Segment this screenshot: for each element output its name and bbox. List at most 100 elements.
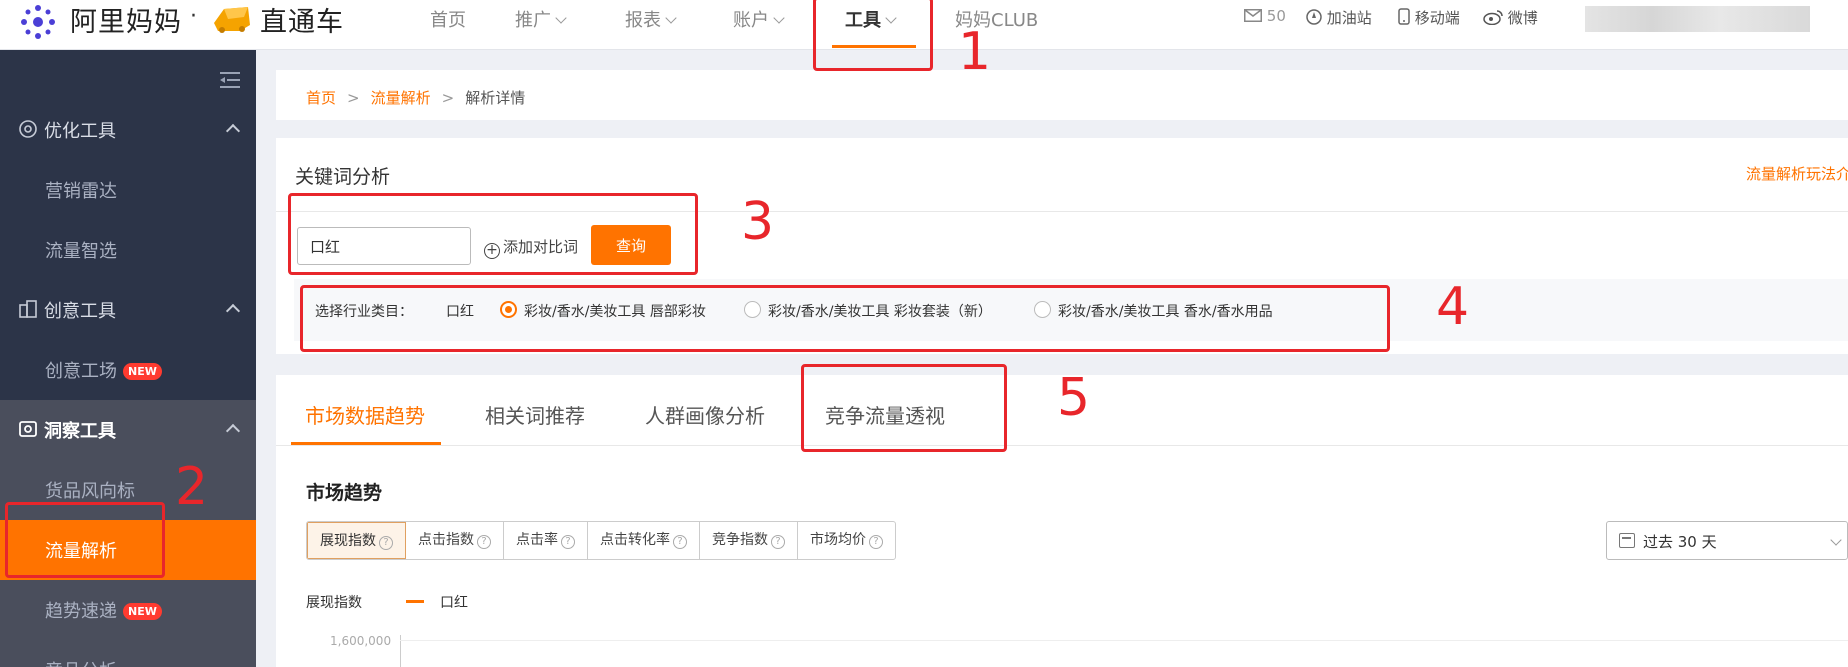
metric-competition-index[interactable]: 竞争指数?: [700, 522, 798, 559]
nav-reports[interactable]: 报表: [625, 6, 677, 32]
date-range-label: 过去 30 天: [1643, 533, 1717, 551]
message-count: 50: [1266, 7, 1286, 25]
sidebar-item-competitor-analysis[interactable]: 竞品分析: [0, 640, 256, 667]
chevron-up-icon: [225, 123, 241, 139]
sidebar-item-traffic-select[interactable]: 流量智选: [0, 220, 256, 280]
chevron-down-icon: [555, 12, 567, 24]
breadcrumb: 首页 > 流量解析 > 解析详情: [306, 87, 525, 108]
sidebar-item-label: 货品风向标: [45, 481, 135, 502]
help-icon[interactable]: ?: [477, 535, 491, 549]
weibo-link[interactable]: 微博: [1483, 7, 1538, 28]
metric-label: 点击指数: [418, 532, 474, 548]
annotation-number-4: 4: [1436, 277, 1470, 337]
chevron-up-icon: [225, 423, 241, 439]
brand-dot: ·: [190, 4, 197, 29]
compass-icon: [1306, 9, 1322, 25]
divider: [276, 445, 1848, 446]
nav-home[interactable]: 首页: [430, 6, 466, 32]
mobile-label: 移动端: [1414, 9, 1460, 27]
help-icon[interactable]: ?: [869, 535, 883, 549]
gas-station-link[interactable]: 加油站: [1306, 7, 1372, 28]
breadcrumb-current: 解析详情: [465, 89, 526, 107]
help-icon[interactable]: ?: [379, 536, 393, 550]
metric-label: 市场均价: [810, 532, 866, 548]
annotation-box-1: [813, 0, 933, 71]
sidebar-item-label: 营销雷达: [45, 181, 117, 202]
metric-ctr[interactable]: 点击率?: [504, 522, 588, 559]
car-logo-icon: [214, 7, 250, 33]
sidebar-item-label: 趋势速递: [45, 601, 117, 622]
help-link[interactable]: 流量解析玩法介: [1746, 163, 1848, 184]
metric-cvr[interactable]: 点击转化率?: [588, 522, 700, 559]
metric-avg-price[interactable]: 市场均价?: [798, 522, 895, 559]
sidebar-item-label: 流量智选: [45, 241, 117, 262]
metric-label: 竞争指数: [712, 532, 768, 548]
gas-station-label: 加油站: [1326, 9, 1372, 27]
mobile-icon: [1398, 8, 1410, 25]
messages-link[interactable]: 50: [1244, 7, 1286, 25]
annotation-box-5: [801, 364, 1007, 452]
alimama-logo-icon: [21, 5, 55, 39]
metric-tabs: 展现指数? 点击指数? 点击率? 点击转化率? 竞争指数? 市场均价?: [306, 521, 896, 560]
weibo-label: 微博: [1507, 9, 1538, 27]
metric-click-index[interactable]: 点击指数?: [406, 522, 504, 559]
help-icon[interactable]: ?: [561, 535, 575, 549]
sidebar-group-creative[interactable]: 创意工具: [0, 280, 256, 340]
breadcrumb-separator: >: [347, 89, 360, 107]
calendar-icon: [1619, 533, 1635, 548]
user-account-blurred[interactable]: [1585, 6, 1810, 32]
nav-account[interactable]: 账户: [733, 6, 785, 32]
sidebar-group-label: 优化工具: [44, 121, 116, 142]
sidebar-item-creative-factory[interactable]: 创意工场 NEW: [0, 340, 256, 400]
help-icon[interactable]: ?: [673, 535, 687, 549]
new-badge: NEW: [123, 363, 162, 380]
annotation-number-2: 2: [175, 457, 209, 517]
annotation-box-3: [288, 193, 698, 275]
sidebar-group-optimize[interactable]: 优化工具: [0, 100, 256, 160]
new-badge: NEW: [123, 603, 162, 620]
mobile-link[interactable]: 移动端: [1398, 7, 1460, 28]
tab-market-trend[interactable]: 市场数据趋势: [305, 400, 425, 429]
sidebar-item-label: 创意工场: [45, 361, 117, 382]
binoculars-icon: [19, 421, 37, 437]
breadcrumb-home[interactable]: 首页: [306, 89, 336, 107]
sidebar-group-insight[interactable]: 洞察工具: [0, 400, 256, 460]
chart-y-label: 展现指数: [306, 595, 362, 611]
y-tick-label: 1,600,000: [330, 634, 392, 648]
annotation-number-1: 1: [958, 22, 992, 82]
mail-icon: [1244, 9, 1262, 22]
brand-alimama[interactable]: 阿里妈妈: [70, 0, 182, 39]
annotation-box-4: [300, 285, 1390, 352]
metric-label: 展现指数: [320, 533, 376, 549]
collapse-menu-icon[interactable]: [218, 70, 242, 90]
sidebar-item-marketing-radar[interactable]: 营销雷达: [0, 160, 256, 220]
metric-label: 点击转化率: [600, 532, 670, 548]
chevron-down-icon: [665, 12, 677, 24]
legend-swatch: [406, 600, 424, 603]
market-trend-title: 市场趋势: [306, 482, 383, 504]
date-range-select[interactable]: 过去 30 天: [1606, 521, 1848, 560]
annotation-number-5: 5: [1057, 368, 1091, 428]
breadcrumb-separator: >: [441, 89, 455, 107]
dial-icon: [19, 120, 37, 138]
building-icon: [19, 300, 37, 318]
sidebar-item-label: 竞品分析: [45, 657, 117, 667]
legend-series-name[interactable]: 口红: [440, 592, 468, 612]
chart-gridline: [400, 640, 1848, 641]
annotation-box-2: [5, 502, 165, 578]
chevron-up-icon: [225, 303, 241, 319]
help-icon[interactable]: ?: [771, 535, 785, 549]
sidebar-group-label: 洞察工具: [44, 421, 116, 442]
sidebar-group-label: 创意工具: [44, 301, 116, 322]
nav-promotion[interactable]: 推广: [515, 6, 567, 32]
breadcrumb-traffic-analysis[interactable]: 流量解析: [371, 89, 431, 107]
metric-label: 点击率: [516, 532, 558, 548]
tab-related-words[interactable]: 相关词推荐: [485, 400, 585, 429]
metric-impression-index[interactable]: 展现指数?: [307, 522, 406, 559]
tab-crowd-profile[interactable]: 人群画像分析: [645, 400, 765, 429]
sidebar-item-trend-express[interactable]: 趋势速递 NEW: [0, 580, 256, 640]
chevron-down-icon: [773, 12, 785, 24]
annotation-number-3: 3: [741, 192, 775, 252]
brand-product[interactable]: 直通车: [260, 0, 344, 39]
keyword-analysis-title: 关键词分析: [295, 166, 391, 188]
